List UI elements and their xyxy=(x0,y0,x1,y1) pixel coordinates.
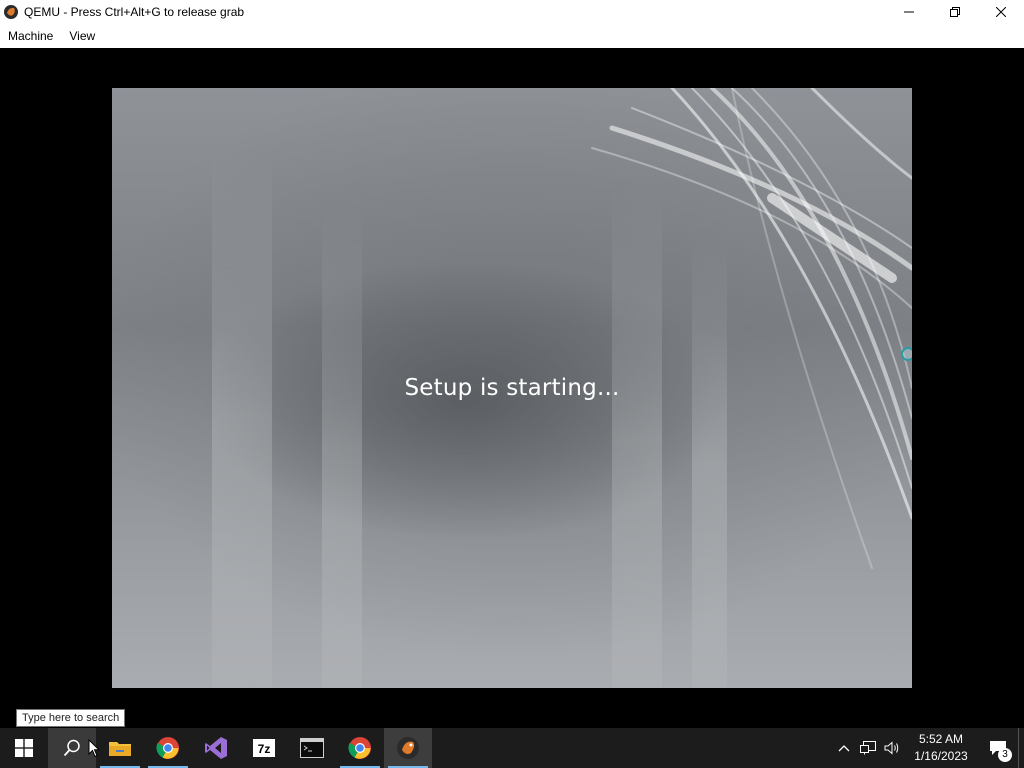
vm-display[interactable]: Setup is starting... xyxy=(0,48,1024,728)
minimize-button[interactable] xyxy=(886,0,932,24)
close-icon xyxy=(996,7,1006,17)
chrome-icon xyxy=(156,737,179,759)
taskbar-qemu[interactable] xyxy=(384,728,432,768)
taskbar-7zip[interactable]: 7z xyxy=(240,728,288,768)
minimize-icon xyxy=(904,11,914,13)
setup-status-text: Setup is starting... xyxy=(404,375,620,401)
action-center-button[interactable]: 3 xyxy=(978,728,1018,768)
menu-view[interactable]: View xyxy=(61,24,103,48)
close-button[interactable] xyxy=(978,0,1024,24)
start-button[interactable] xyxy=(0,728,48,768)
restore-button[interactable] xyxy=(932,0,978,24)
busy-cursor-icon xyxy=(901,347,912,361)
qemu-icon xyxy=(4,5,18,19)
terminal-icon xyxy=(300,738,324,758)
network-icon xyxy=(860,741,876,755)
chevron-up-icon xyxy=(838,745,850,752)
windows-logo-icon xyxy=(15,739,33,757)
clock-date: 1/16/2023 xyxy=(914,749,968,763)
menu-bar: Machine View xyxy=(0,24,1024,48)
network-button[interactable] xyxy=(856,728,880,768)
svg-text:7z: 7z xyxy=(258,742,271,756)
taskbar-file-explorer[interactable] xyxy=(96,728,144,768)
show-desktop-button[interactable] xyxy=(1018,728,1024,768)
taskbar: 7z 5:52 AM 1/16/2023 3 xyxy=(0,728,1024,768)
window-title-bar[interactable]: QEMU - Press Ctrl+Alt+G to release grab xyxy=(0,0,1024,24)
restore-icon xyxy=(950,7,960,17)
volume-button[interactable] xyxy=(880,728,904,768)
search-icon xyxy=(63,739,80,757)
taskbar-chrome[interactable] xyxy=(144,728,192,768)
speaker-icon xyxy=(884,741,899,755)
menu-machine[interactable]: Machine xyxy=(0,24,61,48)
mouse-pointer-icon xyxy=(88,739,100,758)
chrome-icon xyxy=(348,737,371,759)
taskbar-chrome-2[interactable] xyxy=(336,728,384,768)
system-tray: 5:52 AM 1/16/2023 3 xyxy=(832,728,1024,768)
search-tooltip: Type here to search xyxy=(16,709,126,727)
visual-studio-icon xyxy=(205,737,227,759)
show-hidden-icons-button[interactable] xyxy=(832,728,856,768)
clock-time: 5:52 AM xyxy=(918,732,964,746)
7zip-icon: 7z xyxy=(253,739,275,757)
qemu-icon xyxy=(397,737,419,759)
folder-icon xyxy=(109,742,131,756)
notification-count-badge: 3 xyxy=(998,748,1012,762)
guest-screen[interactable]: Setup is starting... xyxy=(112,88,912,688)
window-title: QEMU - Press Ctrl+Alt+G to release grab xyxy=(24,5,245,19)
clock[interactable]: 5:52 AM 1/16/2023 xyxy=(908,731,974,765)
taskbar-visual-studio[interactable] xyxy=(192,728,240,768)
taskbar-terminal[interactable] xyxy=(288,728,336,768)
